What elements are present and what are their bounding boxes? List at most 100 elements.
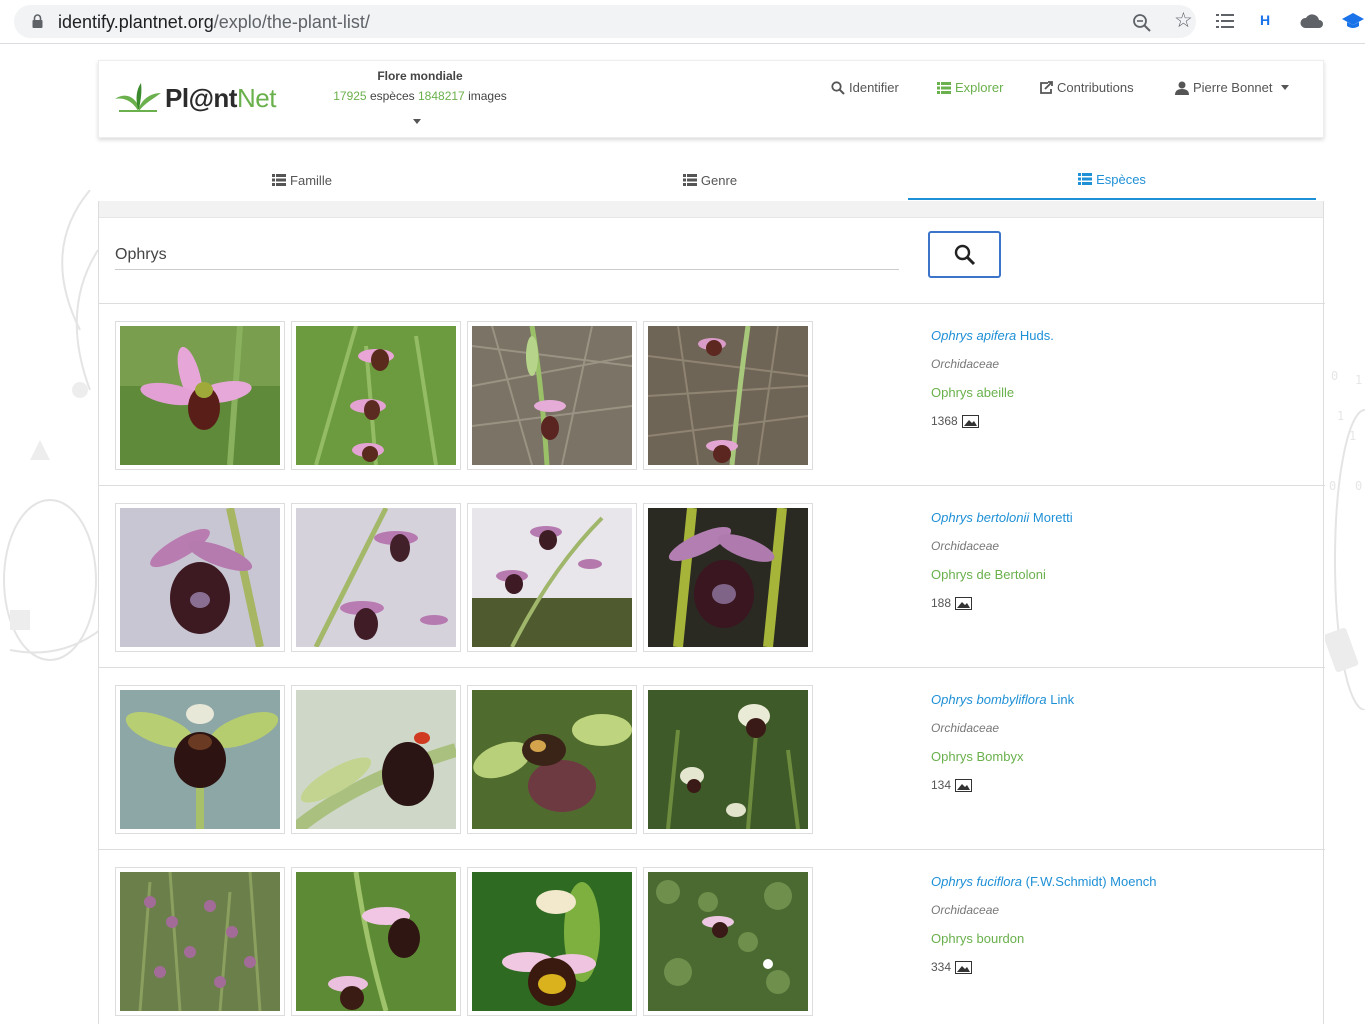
species-photo[interactable]	[115, 503, 285, 652]
search-input[interactable]	[115, 240, 899, 270]
lock-icon	[32, 14, 43, 28]
tab-especes[interactable]: Espèces	[908, 160, 1316, 200]
orchid-photo	[648, 690, 808, 829]
species-photo[interactable]	[643, 867, 813, 1016]
orchid-photo	[472, 508, 632, 647]
list-extension-icon[interactable]	[1216, 10, 1234, 32]
orchid-photo	[472, 690, 632, 829]
species-image-count: 334	[931, 960, 1156, 974]
species-thumbnails	[115, 503, 813, 652]
list-icon	[1078, 173, 1093, 185]
bookmark-star-icon[interactable]: ☆	[1174, 10, 1193, 31]
species-panel: Ophrys apifera Huds. Orchidaceae Ophrys …	[98, 201, 1325, 1024]
logo-text: Pl@ntNet	[165, 82, 276, 113]
species-common-name[interactable]: Ophrys Bombyx	[931, 749, 1074, 764]
species-photo[interactable]	[643, 503, 813, 652]
orchid-photo	[648, 872, 808, 1011]
h-extension-icon[interactable]: H	[1260, 12, 1270, 34]
species-common-name[interactable]: Ophrys de Bertoloni	[931, 567, 1073, 582]
images-count: 1848217	[418, 89, 465, 103]
species-thumbnails	[115, 867, 813, 1016]
taxonomy-tabs: Famille Genre Espèces	[98, 160, 1324, 202]
list-icon	[937, 81, 951, 94]
plantnet-logo[interactable]: Pl@ntNet	[115, 81, 276, 115]
svg-text:1: 1	[1349, 429, 1356, 443]
species-info: Ophrys fuciflora (F.W.Schmidt) Moench Or…	[931, 874, 1156, 974]
app-header: Pl@ntNet Flore mondiale 17925 espèces 18…	[98, 60, 1324, 138]
user-icon	[1175, 81, 1189, 95]
species-count: 17925	[333, 89, 367, 103]
nav-explore[interactable]: Explorer	[937, 80, 1003, 95]
species-scientific-name[interactable]: Ophrys bertolonii Moretti	[931, 510, 1073, 525]
species-photo[interactable]	[467, 321, 637, 470]
species-photo[interactable]	[467, 503, 637, 652]
species-photo[interactable]	[291, 321, 461, 470]
nav-identify[interactable]: Identifier	[831, 80, 899, 95]
list-icon	[682, 174, 697, 186]
panel-top-bar	[99, 201, 1323, 218]
orchid-photo	[472, 872, 632, 1011]
species-common-name[interactable]: Ophrys abeille	[931, 385, 1054, 400]
image-icon	[961, 414, 979, 428]
species-info: Ophrys apifera Huds. Orchidaceae Ophrys …	[931, 328, 1054, 428]
species-family: Orchidaceae	[931, 357, 1000, 371]
orchid-photo	[472, 326, 632, 465]
species-photo[interactable]	[291, 685, 461, 834]
species-family: Orchidaceae	[931, 721, 1000, 735]
species-scientific-name[interactable]: Ophrys apifera Huds.	[931, 328, 1054, 343]
user-name: Pierre Bonnet	[1193, 80, 1273, 95]
flora-selector[interactable]: Flore mondiale 17925 espèces 1848217 ima…	[315, 69, 525, 103]
orchid-photo	[296, 326, 456, 465]
species-row: Ophrys bombyliflora Link Orchidaceae Oph…	[99, 668, 1325, 850]
orchid-photo	[648, 326, 808, 465]
background-decoration-left	[3, 190, 100, 661]
species-thumbnails	[115, 321, 813, 470]
species-row: Ophrys apifera Huds. Orchidaceae Ophrys …	[99, 304, 1325, 486]
url-text[interactable]: identify.plantnet.org/explo/the-plant-li…	[58, 12, 370, 33]
tab-famille[interactable]: Famille	[98, 160, 506, 200]
share-icon	[1040, 80, 1053, 94]
orchid-photo	[120, 508, 280, 647]
species-row: Ophrys bertolonii Moretti Orchidaceae Op…	[99, 486, 1325, 668]
user-caret-down-icon	[1280, 85, 1289, 90]
species-image-count: 1368	[931, 414, 1054, 428]
nav-contributions[interactable]: Contributions	[1039, 80, 1134, 95]
tab-genre[interactable]: Genre	[506, 160, 914, 200]
species-photo[interactable]	[643, 685, 813, 834]
species-photo[interactable]	[643, 321, 813, 470]
species-photo[interactable]	[467, 867, 637, 1016]
search-row	[99, 218, 1325, 304]
species-photo[interactable]	[115, 867, 285, 1016]
species-info: Ophrys bombyliflora Link Orchidaceae Oph…	[931, 692, 1074, 792]
leaf-logo-icon	[115, 83, 161, 112]
species-scientific-name[interactable]: Ophrys bombyliflora Link	[931, 692, 1074, 707]
species-photo[interactable]	[291, 867, 461, 1016]
species-family: Orchidaceae	[931, 539, 1000, 553]
svg-text:0: 0	[1331, 369, 1338, 383]
nav-user-menu[interactable]: Pierre Bonnet	[1175, 80, 1289, 95]
species-scientific-name[interactable]: Ophrys fuciflora (F.W.Schmidt) Moench	[931, 874, 1156, 889]
species-thumbnails	[115, 685, 813, 834]
orchid-photo	[120, 326, 280, 465]
image-icon	[955, 596, 973, 610]
search-button[interactable]	[928, 231, 1001, 278]
zoom-icon[interactable]	[1132, 13, 1152, 33]
species-common-name[interactable]: Ophrys bourdon	[931, 931, 1156, 946]
graduation-cap-extension-icon[interactable]	[1342, 10, 1364, 32]
species-photo[interactable]	[115, 685, 285, 834]
species-photo[interactable]	[467, 685, 637, 834]
species-photo[interactable]	[115, 321, 285, 470]
svg-text:0: 0	[1329, 479, 1336, 493]
flora-caret-down-icon[interactable]	[413, 119, 421, 124]
cloud-extension-icon[interactable]	[1300, 10, 1324, 32]
background-decoration-right: 01 11 00	[1325, 369, 1365, 710]
image-icon	[955, 960, 973, 974]
orchid-photo	[296, 690, 456, 829]
species-photo[interactable]	[291, 503, 461, 652]
species-list: Ophrys apifera Huds. Orchidaceae Ophrys …	[99, 304, 1325, 1024]
svg-text:1: 1	[1355, 373, 1362, 387]
address-bar[interactable]: identify.plantnet.org/explo/the-plant-li…	[14, 5, 1196, 38]
species-image-count: 188	[931, 596, 1073, 610]
image-icon	[955, 778, 973, 792]
species-info: Ophrys bertolonii Moretti Orchidaceae Op…	[931, 510, 1073, 610]
